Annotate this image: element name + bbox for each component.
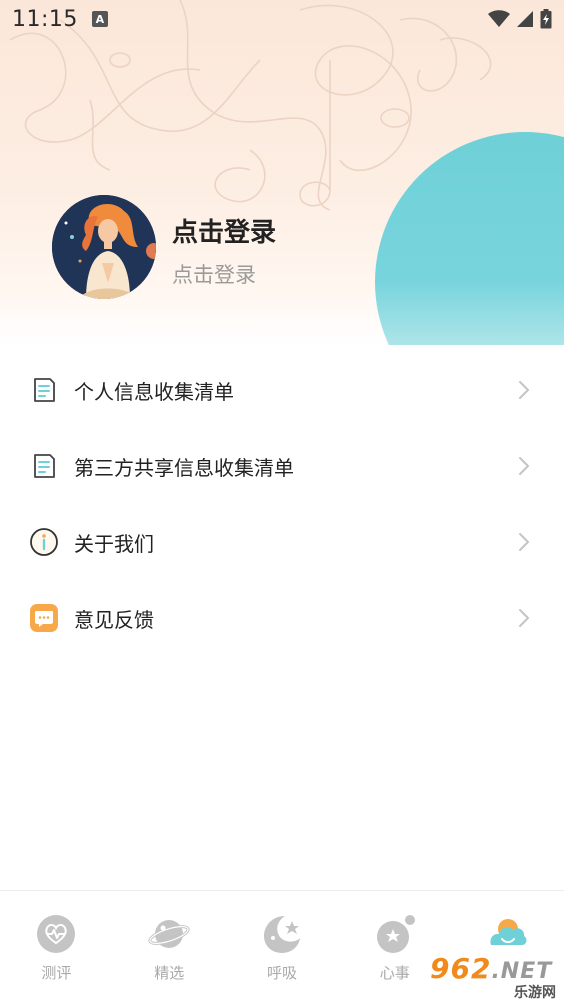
- document-list-icon: [34, 454, 55, 478]
- watermark-number: 962: [430, 952, 492, 985]
- status-icons: [488, 9, 552, 29]
- globe-star-icon: [376, 915, 415, 953]
- feedback-chat-icon: [30, 604, 58, 632]
- menu-item-about-us[interactable]: 关于我们: [0, 504, 564, 580]
- signal-icon: [517, 11, 533, 27]
- avatar[interactable]: [52, 195, 156, 299]
- cloud-smile-icon: [490, 919, 527, 945]
- meditating-woman-avatar: [52, 195, 156, 299]
- heart-pulse-icon: [37, 915, 76, 953]
- tab-label: 精选: [154, 964, 185, 982]
- watermark-site-name: 乐游网: [514, 985, 556, 1001]
- status-bar: 11:15 A: [0, 0, 564, 38]
- login-subtitle[interactable]: 点击登录: [172, 259, 256, 289]
- battery-charging-icon: [540, 9, 552, 29]
- menu-item-third-party-info-list[interactable]: 第三方共享信息收集清单: [0, 428, 564, 504]
- menu-item-feedback[interactable]: 意见反馈: [0, 580, 564, 656]
- tab-breathing[interactable]: 呼吸: [226, 891, 339, 1004]
- a-letter-icon: A: [91, 11, 108, 27]
- planet-icon: [148, 920, 190, 948]
- wifi-icon: [488, 10, 510, 27]
- chevron-right-icon: [519, 533, 529, 551]
- site-watermark: 962.NET 乐游网: [426, 952, 562, 1001]
- menu-item-label: 关于我们: [74, 531, 154, 556]
- chevron-right-icon: [519, 381, 529, 399]
- menu-item-label: 意见反馈: [74, 607, 154, 632]
- watermark-logo: 962.NET: [430, 952, 552, 985]
- chevron-right-icon: [519, 457, 529, 475]
- menu-item-label: 第三方共享信息收集清单: [74, 455, 294, 480]
- tab-featured[interactable]: 精选: [113, 891, 226, 1004]
- info-icon: [30, 528, 58, 556]
- chevron-right-icon: [519, 609, 529, 627]
- status-time: 11:15: [12, 6, 78, 32]
- watermark-suffix: .NET: [491, 959, 553, 984]
- menu-item-label: 个人信息收集清单: [74, 379, 234, 404]
- tab-label: 呼吸: [266, 964, 297, 982]
- menu-item-personal-info-list[interactable]: 个人信息收集清单: [0, 352, 564, 428]
- login-title[interactable]: 点击登录: [172, 212, 276, 249]
- settings-menu: 个人信息收集清单 第三方共享信息收集清单 关于我们 意见反馈: [0, 352, 564, 656]
- tab-assessment[interactable]: 测评: [0, 891, 113, 1004]
- tab-label: 测评: [41, 964, 72, 982]
- document-list-icon: [34, 378, 55, 402]
- moon-star-icon: [263, 916, 300, 953]
